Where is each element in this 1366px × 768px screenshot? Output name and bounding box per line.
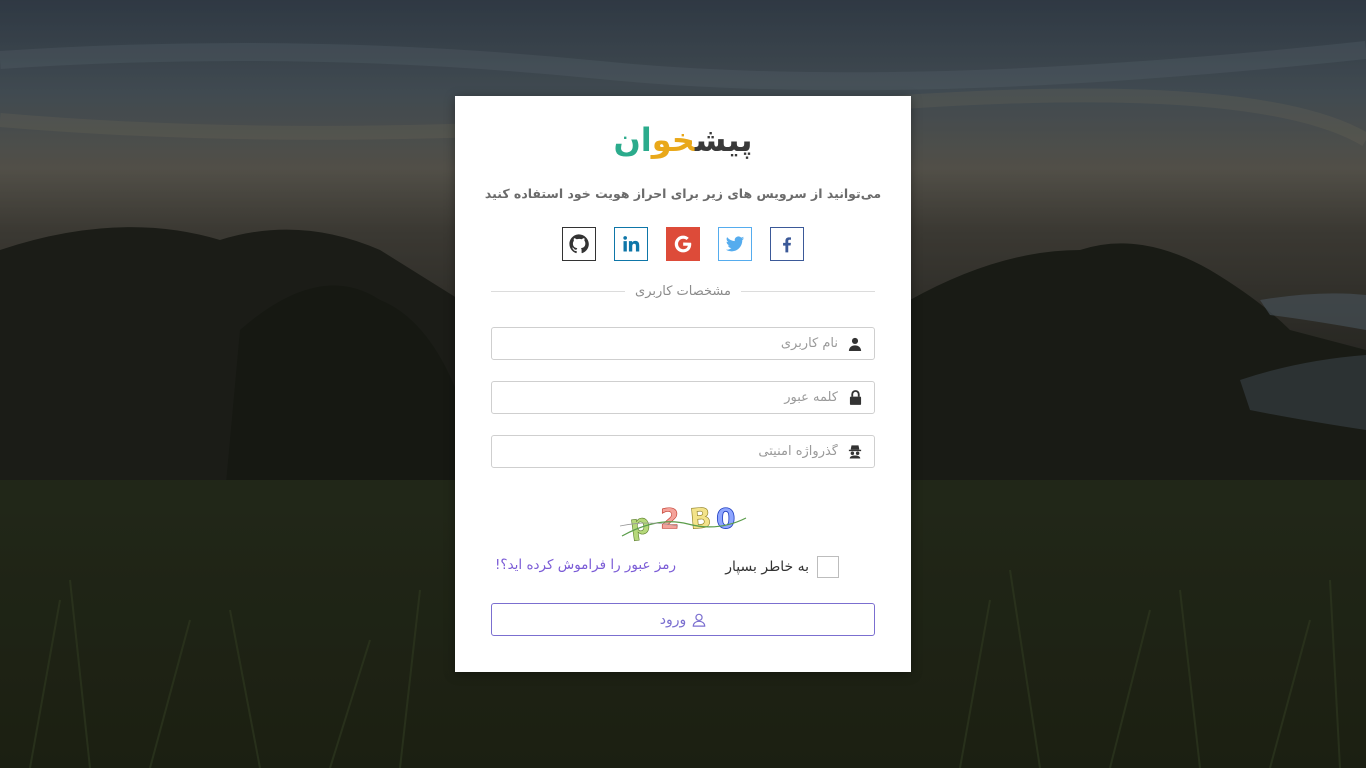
lock-icon	[840, 390, 870, 405]
user-outline-icon	[692, 613, 706, 627]
forgot-password-link[interactable]: رمز عبور را فراموش کرده اید؟!	[495, 557, 676, 573]
logo-part-green: ان	[613, 121, 652, 159]
security-code-input[interactable]	[492, 436, 840, 467]
user-info-divider: مشخصات کاربری	[491, 281, 875, 301]
logo: پیشخوان	[455, 116, 911, 164]
username-input[interactable]	[492, 328, 840, 359]
login-button-label: ورود	[659, 611, 687, 628]
remember-me-checkbox[interactable]	[817, 556, 839, 578]
twitter-icon	[725, 236, 745, 252]
logo-text: پیشخوان	[613, 116, 752, 164]
logo-part-yellow: خو	[651, 121, 695, 159]
social-divider: می‌توانید از سرویس های زیر برای احراز هو…	[485, 183, 881, 203]
google-button[interactable]	[666, 227, 700, 261]
google-icon	[674, 235, 692, 253]
twitter-button[interactable]	[718, 227, 752, 261]
username-field	[491, 327, 875, 360]
github-button[interactable]	[562, 227, 596, 261]
remember-me: به خاطر بسپار	[725, 556, 839, 578]
captcha-char-4: 0	[716, 502, 735, 535]
login-card: پیشخوان می‌توانید از سرویس های زیر برای …	[455, 96, 911, 672]
social-heading: می‌توانید از سرویس های زیر برای احراز هو…	[484, 185, 882, 201]
facebook-icon	[783, 237, 791, 253]
user-info-heading: مشخصات کاربری	[635, 283, 731, 299]
social-buttons	[455, 227, 911, 261]
captcha-image: p 2 B 0	[455, 496, 911, 542]
captcha-char-2: 2	[660, 502, 679, 535]
linkedin-icon	[623, 236, 640, 252]
security-code-field	[491, 435, 875, 468]
login-button[interactable]: ورود	[491, 603, 875, 636]
spy-icon	[840, 444, 870, 459]
logo-part-dark: پیش	[694, 121, 753, 159]
facebook-button[interactable]	[770, 227, 804, 261]
password-input[interactable]	[492, 382, 840, 413]
github-icon	[569, 234, 589, 254]
remember-me-label: به خاطر بسپار	[725, 559, 809, 575]
linkedin-button[interactable]	[614, 227, 648, 261]
user-icon	[840, 337, 870, 351]
password-field	[491, 381, 875, 414]
captcha-char-3: B	[688, 501, 712, 536]
